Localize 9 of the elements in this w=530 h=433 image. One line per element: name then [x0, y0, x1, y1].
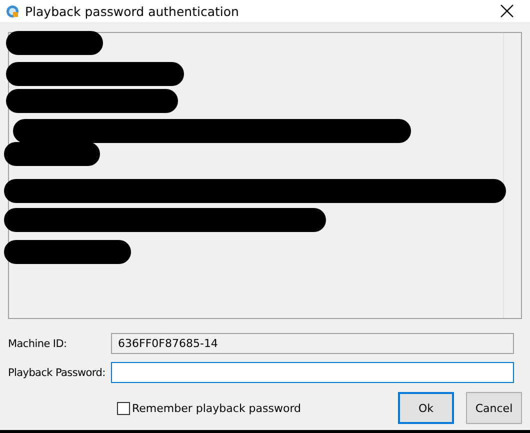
input-field[interactable] [111, 362, 514, 383]
app-icon [6, 4, 19, 18]
remember-checkbox[interactable]: Remember playback password [117, 402, 386, 414]
field-label: Machine ID: [8, 338, 68, 350]
window-title: Playback password authentication [25, 4, 240, 18]
ok-button[interactable]: Ok [398, 392, 454, 424]
close-icon [500, 4, 514, 18]
cancel-button[interactable]: Cancel [466, 392, 522, 424]
field-label: Playback Password: [8, 366, 106, 378]
